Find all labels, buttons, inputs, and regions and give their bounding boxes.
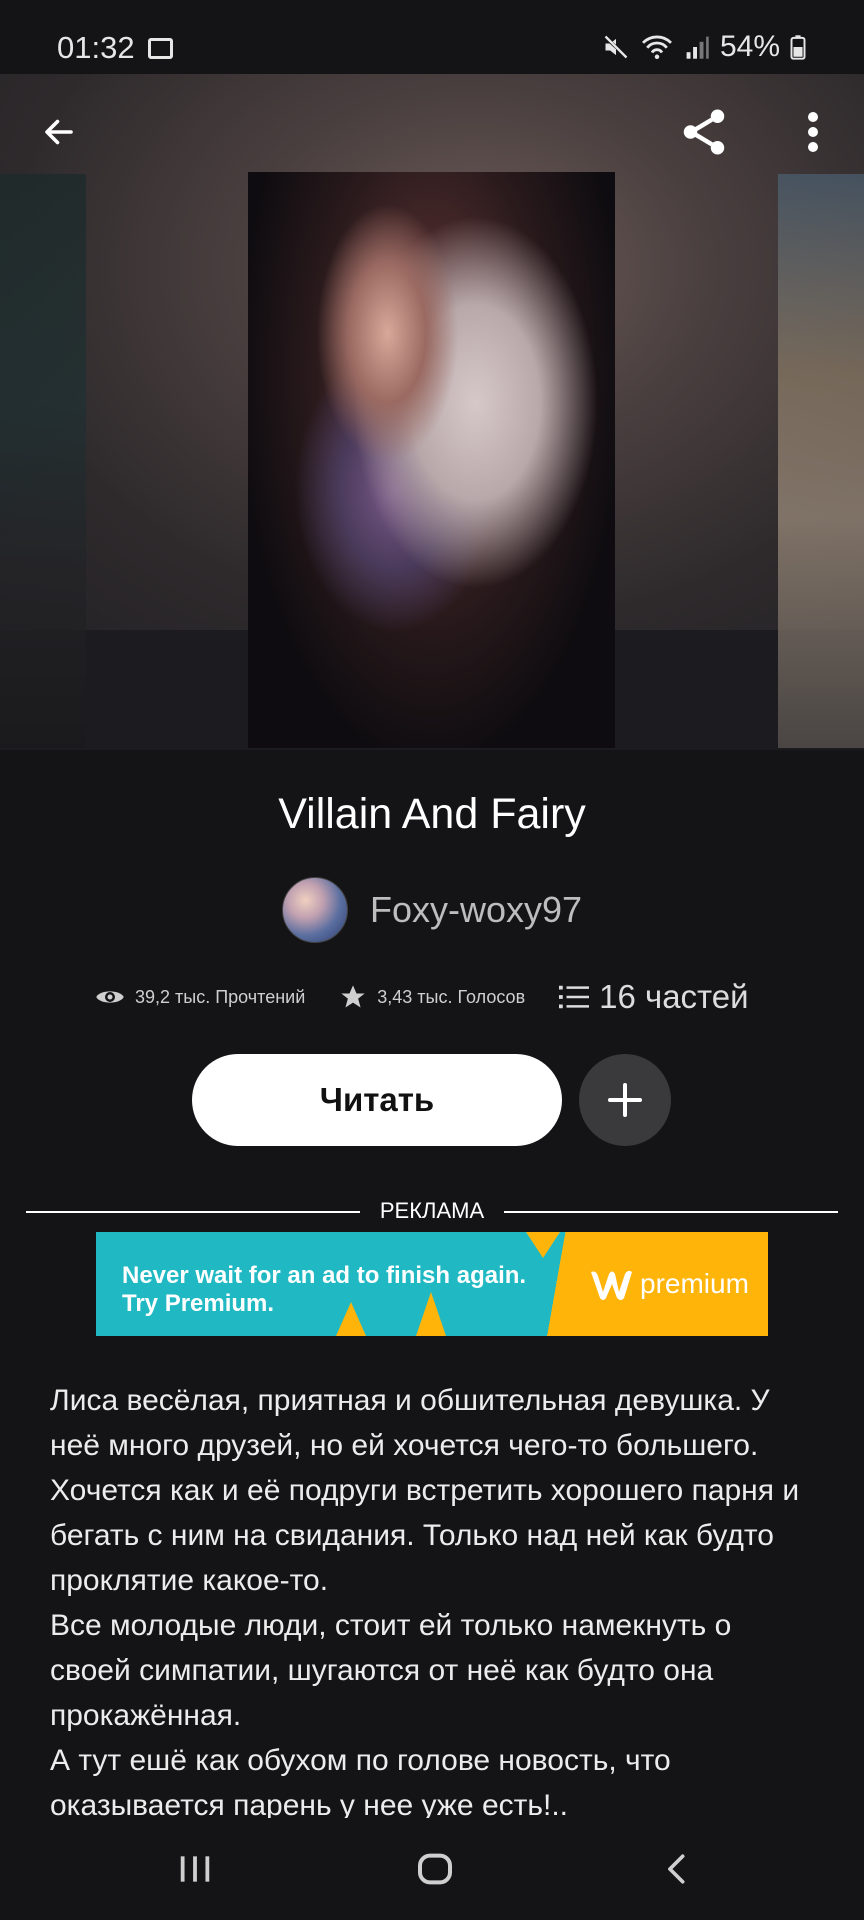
wifi-icon <box>641 35 672 60</box>
share-button[interactable] <box>676 104 732 160</box>
status-bar: 01:32 54% <box>0 0 864 74</box>
eye-icon <box>96 991 124 1003</box>
recents-icon <box>180 1856 210 1882</box>
nav-back-icon <box>668 1854 685 1884</box>
premium-label: premium <box>640 1268 749 1299</box>
signal-icon <box>686 36 709 59</box>
image-icon <box>148 38 173 59</box>
votes-count: 3,43 тыс. Голосов <box>377 986 526 1007</box>
system-nav-bar <box>0 1820 864 1920</box>
recents-button[interactable] <box>170 1844 220 1894</box>
home-icon <box>418 1853 452 1885</box>
ad-label: РЕКЛАМА <box>379 1198 485 1223</box>
description-paragraph: Все молодые люди, стоит ей только намекн… <box>50 1609 732 1732</box>
wattpad-w-icon <box>591 1270 632 1300</box>
star-icon <box>341 985 365 1008</box>
list-icon <box>559 985 590 1009</box>
next-cover[interactable] <box>778 174 864 748</box>
author-name[interactable]: Foxy-woxy97 <box>370 889 582 931</box>
back-arrow-icon <box>45 119 73 145</box>
battery-icon <box>790 35 806 60</box>
status-time: 01:32 <box>57 30 135 65</box>
ad-decoration <box>526 1232 560 1258</box>
add-to-library-button[interactable] <box>579 1054 671 1146</box>
premium-ad-banner[interactable]: Never wait for an ad to finish again. Tr… <box>96 1232 768 1336</box>
parts-count[interactable]: 16 частей <box>599 978 748 1016</box>
status-icons: 54% <box>602 30 806 64</box>
story-stats: 39,2 тыс. Прочтений 3,43 тыс. Голосов 16… <box>95 978 749 1016</box>
read-button[interactable]: Читать <box>192 1054 562 1146</box>
story-cover[interactable] <box>248 172 615 748</box>
more-vertical-icon <box>808 112 818 152</box>
ad-line1: Never wait for an ad to finish again. <box>122 1262 527 1289</box>
story-title: Villain And Fairy <box>278 790 586 838</box>
votes-stat: 3,43 тыс. Голосов <box>339 983 525 1011</box>
plus-icon <box>608 1083 642 1117</box>
home-button[interactable] <box>410 1844 460 1894</box>
ad-line2: Try Premium. <box>122 1290 275 1317</box>
author-link[interactable]: Foxy-woxy97 <box>282 877 582 943</box>
premium-logo: premium <box>588 1266 749 1302</box>
nav-back-button[interactable] <box>652 1844 702 1894</box>
previous-cover[interactable] <box>0 174 86 748</box>
more-options-button[interactable] <box>796 106 830 158</box>
share-icon <box>683 109 725 155</box>
ad-text: Never wait for an ad to finish again. Tr… <box>122 1262 526 1318</box>
author-avatar[interactable] <box>282 877 348 943</box>
reads-count: 39,2 тыс. Прочтений <box>135 986 306 1007</box>
description-paragraph: Лиса весёлая, приятная и обшительная дев… <box>50 1384 800 1597</box>
battery-percent: 54% <box>719 30 780 63</box>
mute-icon <box>603 35 629 59</box>
parts-stat[interactable]: 16 частей <box>559 978 749 1016</box>
reads-stat: 39,2 тыс. Прочтений <box>95 986 305 1008</box>
cover-carousel[interactable] <box>0 74 864 750</box>
description-paragraph: А тут ешё как обухом по голове новость, … <box>50 1744 671 1818</box>
story-description: Лиса весёлая, приятная и обшительная дев… <box>50 1378 820 1818</box>
back-button[interactable] <box>34 112 84 152</box>
